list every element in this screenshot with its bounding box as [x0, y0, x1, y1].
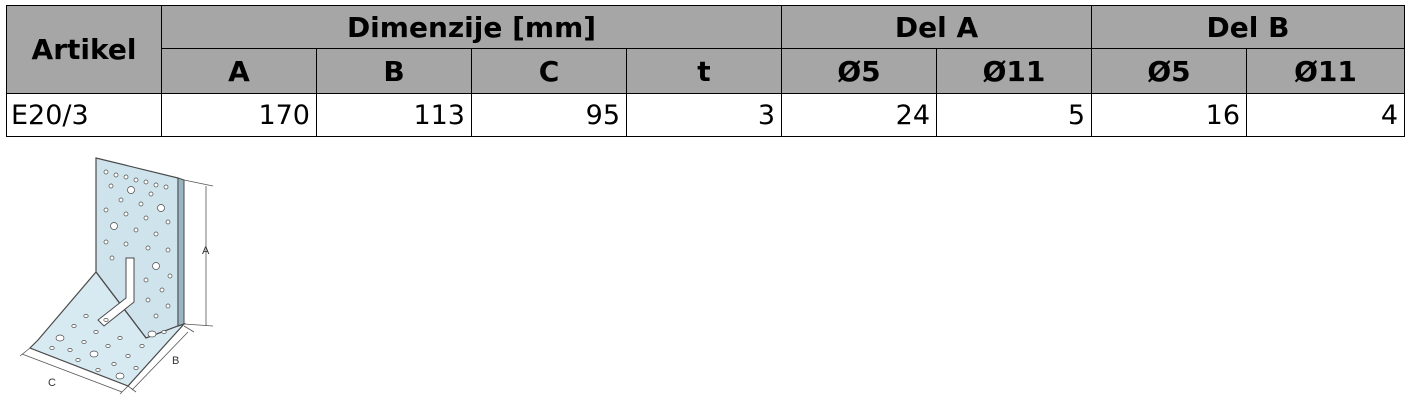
table-row: E20/3 170 113 95 3 24 5 16 4	[6, 93, 1406, 137]
dimension-label-c: C	[48, 377, 56, 389]
header-row-1: Artikel Dimenzije [mm] Del A Del B	[6, 5, 1406, 94]
angle-bracket-diagram: A B C	[19, 157, 214, 395]
plate-edge	[177, 177, 185, 327]
dimension-label-a: A	[202, 245, 210, 257]
cell-t: 3	[626, 93, 782, 137]
header-b: B	[316, 48, 472, 94]
header-a: A	[161, 48, 317, 94]
header-del-a-d11: Ø11	[936, 48, 1092, 94]
spec-table: Artikel Dimenzije [mm] Del A Del B A B C…	[6, 5, 1406, 137]
header-del-b-d11: Ø11	[1245, 48, 1406, 94]
cell-del-a-d11: 5	[936, 93, 1092, 137]
cell-del-b-d5: 16	[1091, 93, 1247, 137]
cell-b: 113	[316, 93, 472, 137]
header-t: t	[626, 48, 782, 94]
header-del-b: Del B	[1090, 5, 1406, 49]
cell-a: 170	[161, 93, 317, 137]
cell-c: 95	[471, 93, 627, 137]
header-artikel: Artikel	[6, 5, 162, 94]
header-del-a: Del A	[781, 5, 1092, 49]
header-dimenzije: Dimenzije [mm]	[161, 5, 782, 49]
dimension-label-b: B	[172, 355, 179, 367]
header-del-b-d5: Ø5	[1091, 48, 1247, 94]
cell-del-a-d5: 24	[781, 93, 937, 137]
header-row-2: A B C t Ø5 Ø11 Ø5 Ø11	[7, 48, 1406, 94]
cell-del-b-d11: 4	[1245, 93, 1406, 137]
header-c: C	[471, 48, 627, 94]
header-del-a-d5: Ø5	[781, 48, 937, 94]
cell-artikel: E20/3	[6, 93, 162, 137]
